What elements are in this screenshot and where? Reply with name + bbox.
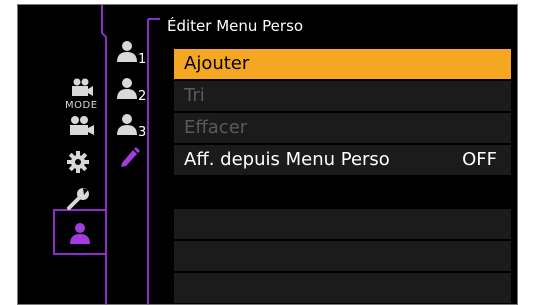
menu-item-effacer[interactable]: Effacer: [174, 113, 511, 143]
wrench-icon[interactable]: [65, 186, 91, 212]
gear-icon[interactable]: [66, 150, 90, 174]
page-title: Éditer Menu Perso: [167, 17, 304, 35]
menu-item-tri[interactable]: Tri: [174, 81, 511, 111]
menu-item-label: Aff. depuis Menu Perso: [184, 149, 390, 170]
menu-item-label: Effacer: [184, 117, 248, 138]
movie-camera-icon[interactable]: [65, 115, 97, 137]
my-menu-1-icon[interactable]: [116, 40, 138, 62]
menu-item-empty: [174, 209, 511, 239]
menu-item-value: OFF: [462, 149, 497, 170]
mode-tab-label: MODE: [65, 100, 98, 111]
menu-item-empty: [174, 273, 511, 303]
menu-item-empty: [174, 241, 511, 271]
menu-item-aff-depuis-menu-perso[interactable]: Aff. depuis Menu Perso OFF: [174, 145, 511, 175]
movie-mode-icon[interactable]: [66, 77, 96, 99]
my-menu-1-number: 1: [138, 52, 147, 67]
my-menu-3-number: 3: [138, 125, 147, 140]
my-menu-person-icon[interactable]: [68, 221, 92, 245]
my-menu-2-icon[interactable]: [116, 77, 138, 99]
camera-screen: Éditer Menu Perso MODE 1 2 3 Ajouter Tri…: [17, 4, 518, 305]
my-menu-3-icon[interactable]: [116, 113, 138, 135]
my-menu-2-number: 2: [138, 89, 147, 104]
menu-item-label: Ajouter: [184, 53, 250, 74]
menu-item-ajouter[interactable]: Ajouter: [174, 49, 511, 79]
pencil-edit-icon[interactable]: [118, 145, 140, 167]
menu-item-label: Tri: [184, 85, 205, 106]
